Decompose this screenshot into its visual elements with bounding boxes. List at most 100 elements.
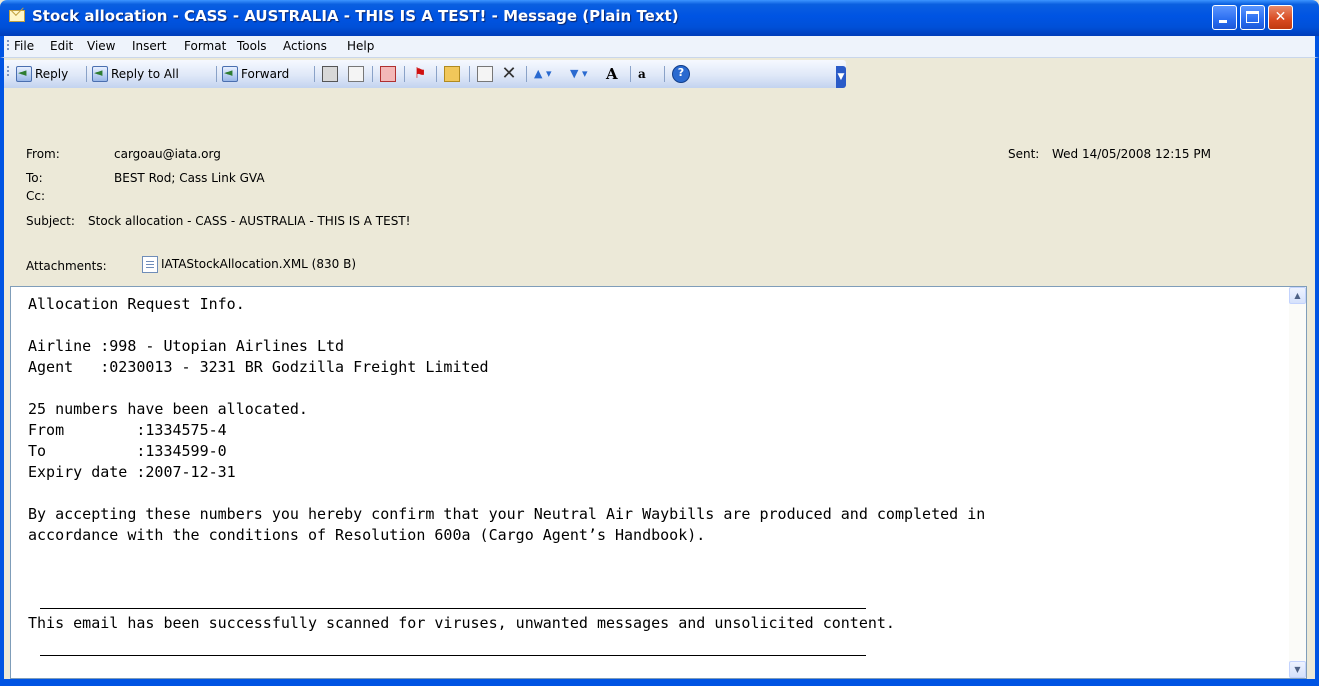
to-label: To: — [26, 171, 43, 185]
move-button[interactable] — [477, 64, 493, 84]
encoding-button[interactable]: a — [638, 64, 654, 84]
attachment-item[interactable]: IATAStockAllocation.XML (830 B) — [142, 256, 356, 273]
envelope-icon — [9, 10, 25, 22]
subject-label: Subject: — [26, 214, 75, 228]
toolbar-grip[interactable] — [7, 66, 9, 78]
body-line: Expiry date :2007-12-31 — [28, 463, 236, 481]
xml-file-icon — [142, 256, 158, 273]
move-to-folder-icon — [380, 66, 396, 82]
menu-view[interactable]: View — [87, 39, 115, 53]
encoding-icon: a — [638, 67, 646, 81]
from-label: From: — [26, 147, 60, 161]
footer-rule-bottom — [40, 655, 866, 656]
subject-value: Stock allocation - CASS - AUSTRALIA - TH… — [88, 214, 411, 228]
forward-label: Forward — [241, 67, 290, 81]
maximize-button[interactable] — [1240, 5, 1265, 30]
follow-up-flag-button[interactable]: ⚑ — [412, 64, 428, 84]
minimize-icon — [1219, 20, 1227, 23]
reply-all-icon — [92, 66, 108, 82]
delete-icon: ✕ — [501, 63, 517, 84]
folder-button[interactable] — [444, 64, 460, 84]
window-title: Stock allocation - CASS - AUSTRALIA - TH… — [32, 7, 679, 25]
title-bar: Stock allocation - CASS - AUSTRALIA - TH… — [0, 0, 1319, 36]
forward-icon — [222, 66, 238, 82]
message-header: From: cargoau@iata.org Sent: Wed 14/05/2… — [0, 90, 1319, 286]
help-icon: ? — [672, 65, 690, 83]
reply-all-button[interactable]: Reply to All — [92, 64, 179, 84]
next-item-button[interactable]: ▼ ▾ — [570, 64, 588, 84]
delete-button[interactable]: ✕ — [501, 64, 517, 84]
toolbar-separator — [372, 66, 373, 82]
attachment-name: IATAStockAllocation.XML (830 B) — [161, 257, 356, 271]
menu-edit[interactable]: Edit — [50, 39, 73, 53]
toolbar-separator — [526, 66, 527, 82]
font-size-button[interactable]: A — [606, 64, 622, 84]
reply-button[interactable]: Reply — [16, 64, 68, 84]
footer-text: This email has been successfully scanned… — [28, 614, 895, 632]
footer-rule-top — [40, 608, 866, 609]
print-icon — [322, 66, 338, 82]
menu-tools[interactable]: Tools — [237, 39, 267, 53]
toolbar-separator — [86, 66, 87, 82]
body-line: Airline :998 - Utopian Airlines Ltd — [28, 337, 345, 355]
toolbar-separator — [314, 66, 315, 82]
menu-insert[interactable]: Insert — [132, 39, 166, 53]
previous-item-button[interactable]: ▲ ▾ — [534, 64, 552, 84]
reply-label: Reply — [35, 67, 69, 81]
toolbar-separator — [404, 66, 405, 82]
menu-grip[interactable] — [7, 40, 9, 52]
vertical-scrollbar[interactable]: ▲ ▼ — [1289, 287, 1306, 678]
window-border-right — [1315, 286, 1319, 679]
body-line: Allocation Request Info. — [28, 295, 245, 313]
scroll-down-button[interactable]: ▼ — [1289, 661, 1306, 678]
close-icon: ✕ — [1274, 9, 1287, 25]
body-line: Agent :0230013 - 3231 BR Godzilla Freigh… — [28, 358, 489, 376]
maximize-icon — [1246, 11, 1259, 23]
toolbar-separator — [469, 66, 470, 82]
to-value[interactable]: BEST Rod; Cass Link GVA — [114, 171, 265, 185]
copy-button[interactable] — [348, 64, 364, 84]
reply-icon — [16, 66, 32, 82]
attachments-label: Attachments: — [26, 259, 107, 273]
toolbar-separator — [216, 66, 217, 82]
menu-help[interactable]: Help — [347, 39, 374, 53]
toolbar-overflow-chevron-icon[interactable]: ▼ — [836, 66, 846, 88]
forward-button[interactable]: Forward — [222, 64, 289, 84]
minimize-button[interactable] — [1212, 5, 1237, 30]
menu-bar: File Edit View Insert Format Tools Actio… — [0, 36, 1319, 58]
message-text: Allocation Request Info. Airline :998 - … — [28, 294, 985, 546]
sent-value: Wed 14/05/2008 12:15 PM — [1052, 147, 1211, 161]
body-line: From :1334575-4 — [28, 421, 227, 439]
window-border-left — [0, 286, 4, 679]
chevron-down-icon: ▼ — [1294, 665, 1301, 674]
help-button[interactable]: ? — [672, 64, 690, 84]
sent-label: Sent: — [1008, 147, 1040, 161]
chevron-up-icon: ▲ — [1294, 291, 1301, 300]
cc-label: Cc: — [26, 189, 46, 203]
message-body[interactable]: Allocation Request Info. Airline :998 - … — [10, 286, 1307, 679]
toolbar-separator — [630, 66, 631, 82]
from-value[interactable]: cargoau@iata.org — [114, 147, 221, 161]
menu-actions[interactable]: Actions — [283, 39, 327, 53]
next-item-icon: ▼ ▾ — [570, 67, 588, 80]
standard-toolbar: Reply Reply to All Forward ⚑ ✕ ▲ ▾ ▼ ▾ A… — [0, 58, 1319, 90]
menu-file[interactable]: File — [14, 39, 34, 53]
scroll-up-button[interactable]: ▲ — [1289, 287, 1306, 304]
folder-icon — [444, 66, 460, 82]
body-line: By accepting these numbers you hereby co… — [28, 505, 986, 523]
font-size-icon: A — [606, 65, 618, 83]
close-button[interactable]: ✕ — [1268, 5, 1293, 30]
move-icon — [477, 66, 493, 82]
print-button[interactable] — [322, 64, 338, 84]
move-to-folder-button[interactable] — [380, 64, 396, 84]
window-border-bottom — [0, 679, 1319, 686]
previous-item-icon: ▲ ▾ — [534, 67, 552, 80]
copy-icon — [348, 66, 364, 82]
reply-all-label: Reply to All — [111, 67, 179, 81]
body-line: To :1334599-0 — [28, 442, 227, 460]
toolbar-separator — [436, 66, 437, 82]
body-line: 25 numbers have been allocated. — [28, 400, 308, 418]
flag-icon: ⚑ — [413, 66, 427, 82]
menu-format[interactable]: Format — [184, 39, 226, 53]
toolbar-separator — [664, 66, 665, 82]
